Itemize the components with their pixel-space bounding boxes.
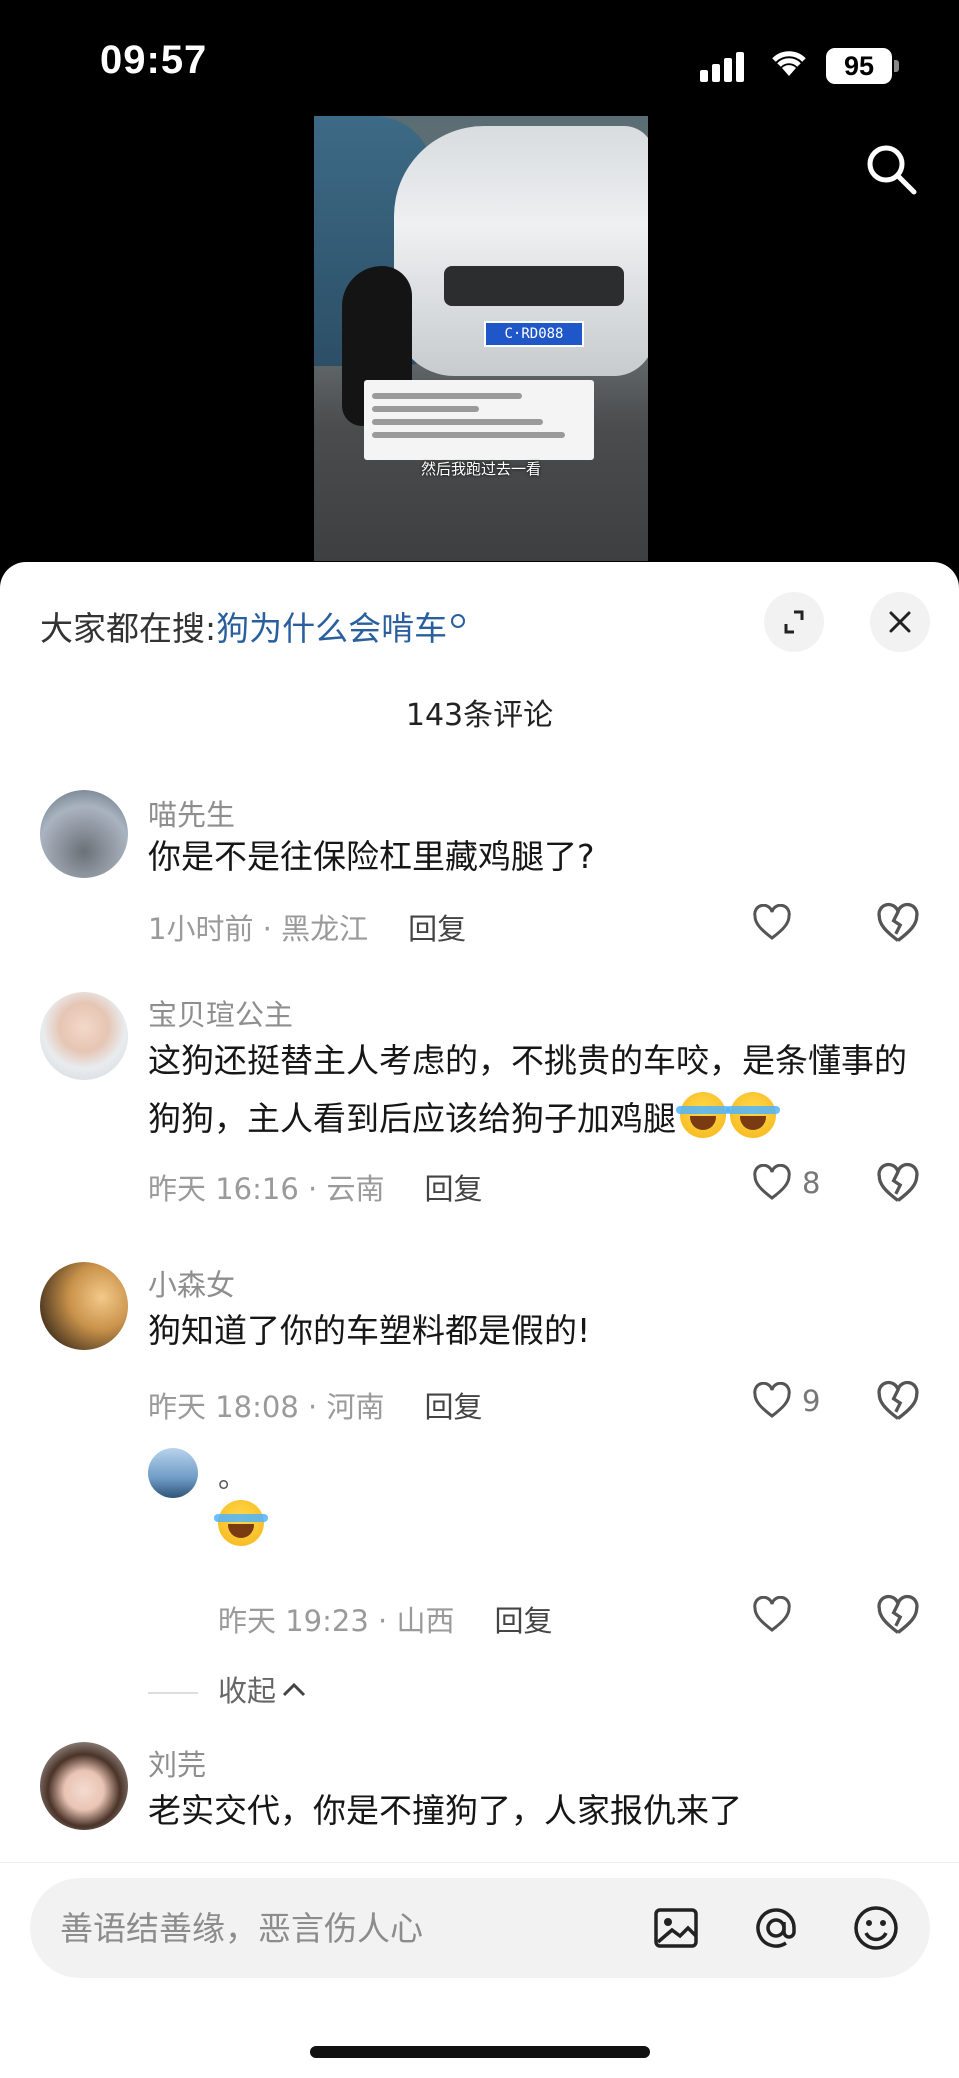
video-subtitle: 然后我跑过去一看 xyxy=(420,460,541,478)
reply-button[interactable]: 回复 xyxy=(424,1172,482,1206)
comment-username[interactable]: 宝贝瑄公主 xyxy=(148,992,293,1034)
broken-heart-icon[interactable] xyxy=(876,902,920,946)
avatar[interactable] xyxy=(40,790,128,878)
heart-icon xyxy=(753,1596,791,1632)
collapse-label: 收起 xyxy=(218,1674,277,1708)
reply-button[interactable]: 回复 xyxy=(494,1604,552,1638)
emoji-icon[interactable] xyxy=(850,1902,902,1954)
comment-text: 老实交代，你是不撞狗了，人家报仇来了 xyxy=(148,1791,742,1830)
reply-button[interactable]: 回复 xyxy=(424,1390,482,1424)
comment-meta: 昨天 16:16 · 云南 回复 xyxy=(148,1166,482,1208)
expand-button[interactable] xyxy=(764,592,824,652)
comment-count: 143条评论 xyxy=(405,698,554,733)
search-suggestion[interactable]: 大家都在搜:狗为什么会啃车 xyxy=(40,602,466,650)
signal-icon xyxy=(700,50,750,82)
like-button[interactable]: 8 xyxy=(752,1162,842,1206)
reply-text xyxy=(214,1498,909,1556)
battery-nub xyxy=(894,60,899,72)
collapse-replies-button[interactable]: 收起 xyxy=(148,1668,308,1710)
search-suggestion-keyword[interactable]: 狗为什么会啃车 xyxy=(216,609,447,648)
broken-heart-icon[interactable] xyxy=(876,1594,920,1638)
small-search-icon xyxy=(451,614,466,628)
reply-button[interactable]: 回复 xyxy=(408,912,466,946)
laugh-cry-emoji xyxy=(676,1092,730,1138)
avatar[interactable] xyxy=(148,1448,198,1498)
comment-time: 1小时前 · 黑龙江 xyxy=(148,912,369,946)
video-license-plate: C·RD088 xyxy=(484,321,584,347)
avatar[interactable] xyxy=(40,1742,128,1830)
expand-icon xyxy=(784,610,804,634)
laugh-cry-emoji xyxy=(726,1092,780,1138)
like-count: 8 xyxy=(802,1166,821,1200)
search-icon[interactable] xyxy=(862,140,920,198)
video-player[interactable]: C·RD088 然后我跑过去一看 xyxy=(314,116,648,561)
avatar[interactable] xyxy=(40,992,128,1080)
broken-heart-icon[interactable] xyxy=(876,1380,920,1424)
comment-sheet: 大家都在搜:狗为什么会啃车 143条评论 喵先生 你是不是往保险杠里藏鸡腿了? … xyxy=(0,562,959,2078)
like-button[interactable] xyxy=(752,902,842,946)
heart-icon xyxy=(753,1382,791,1418)
broken-heart-icon[interactable] xyxy=(876,1162,920,1206)
divider xyxy=(148,1692,198,1694)
avatar[interactable] xyxy=(40,1262,128,1350)
search-suggestion-prefix: 大家都在搜: xyxy=(40,609,217,648)
status-time: 09:57 xyxy=(100,38,208,82)
like-button[interactable]: 9 xyxy=(752,1380,842,1424)
home-indicator[interactable] xyxy=(310,2046,650,2058)
image-icon[interactable] xyxy=(650,1902,702,1954)
like-button[interactable] xyxy=(752,1594,842,1638)
wifi-icon xyxy=(772,51,806,76)
status-bar: 09:57 95 xyxy=(0,0,959,120)
comment-text: 你是不是往保险杠里藏鸡腿了? xyxy=(148,837,595,876)
comment-text: 这狗还挺替主人考虑的，不挑贵的车咬，是条懂事的狗狗，主人看到后应该给狗子加鸡腿 xyxy=(148,1032,909,1148)
comment-time: 昨天 18:08 · 河南 xyxy=(148,1390,385,1424)
comment-text: 狗知道了你的车塑料都是假的! xyxy=(148,1311,591,1350)
close-icon xyxy=(889,611,911,633)
comment-meta: 1小时前 · 黑龙江 回复 xyxy=(148,906,466,948)
reply-username[interactable]: 。 xyxy=(218,1454,247,1496)
reply-time: 昨天 19:23 · 山西 xyxy=(218,1604,455,1638)
at-icon[interactable] xyxy=(750,1902,802,1954)
comment-username[interactable]: 小森女 xyxy=(148,1262,235,1304)
heart-icon xyxy=(753,904,791,940)
comment-input[interactable] xyxy=(60,1900,620,1956)
heart-icon xyxy=(753,1164,791,1200)
reply-meta: 昨天 19:23 · 山西 回复 xyxy=(218,1598,552,1640)
comment-meta: 昨天 18:08 · 河南 回复 xyxy=(148,1384,482,1426)
comment-text-body: 这狗还挺替主人考虑的，不挑贵的车咬，是条懂事的狗狗，主人看到后应该给狗子加鸡腿 xyxy=(148,1041,907,1138)
like-count: 9 xyxy=(802,1384,821,1418)
video-car-grill xyxy=(444,266,624,306)
comment-username[interactable]: 刘芫 xyxy=(148,1742,206,1784)
video-caption-card xyxy=(364,380,594,460)
comment-time: 昨天 16:16 · 云南 xyxy=(148,1172,385,1206)
chevron-up-icon xyxy=(282,1682,306,1697)
laugh-cry-emoji xyxy=(214,1500,268,1546)
comment-input-box[interactable] xyxy=(30,1878,930,1978)
close-button[interactable] xyxy=(870,592,930,652)
battery-indicator: 95 xyxy=(826,48,892,84)
